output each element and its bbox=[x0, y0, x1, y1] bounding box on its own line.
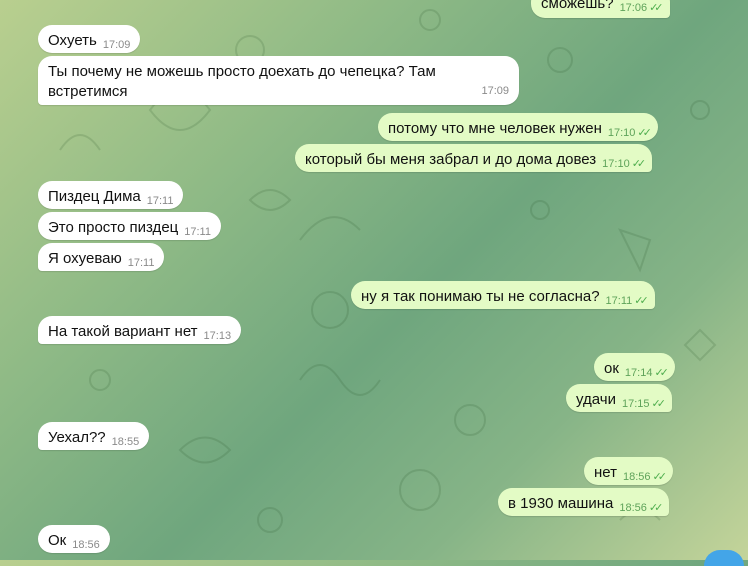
message-outgoing[interactable]: ну я так понимаю ты не согласна? 17:11 ✓✓ bbox=[351, 281, 655, 309]
message-time: 18:56 bbox=[619, 502, 647, 514]
message-time: 17:11 bbox=[605, 295, 633, 307]
message-outgoing[interactable]: ок 17:14 ✓✓ bbox=[594, 353, 675, 381]
message-text: сможешь? bbox=[541, 0, 614, 12]
message-incoming[interactable]: Пиздец Дима 17:11 bbox=[38, 181, 184, 209]
message-time: 17:11 bbox=[127, 257, 155, 269]
message-text: Я охуеваю bbox=[48, 250, 122, 267]
message-outgoing[interactable]: в 1930 машина 18:56 ✓✓ bbox=[498, 488, 670, 516]
message-text: На такой вариант нет bbox=[48, 323, 198, 340]
message-text: в 1930 машина bbox=[508, 495, 614, 512]
message-outgoing[interactable]: который бы меня забрал и до дома довез 17… bbox=[295, 144, 653, 172]
read-checkmarks-icon: ✓✓ bbox=[651, 398, 667, 410]
message-time: 17:09 bbox=[102, 39, 131, 51]
message-time: 17:06 bbox=[619, 2, 648, 14]
message-text: ну я так понимаю ты не согласна? bbox=[361, 288, 600, 305]
message-time: 17:11 bbox=[184, 226, 211, 238]
message-text: Уехал?? bbox=[48, 429, 106, 446]
message-text: нет bbox=[594, 464, 617, 481]
read-checkmarks-icon: ✓✓ bbox=[654, 367, 669, 379]
message-time: 18:56 bbox=[623, 471, 651, 483]
message-outgoing[interactable]: нет 18:56 ✓✓ bbox=[584, 457, 673, 485]
message-text: Ок bbox=[48, 532, 67, 549]
message-incoming[interactable]: Ты почему не можешь просто доехать до че… bbox=[38, 56, 519, 105]
message-time: 17:10 bbox=[602, 158, 630, 170]
scroll-down-button[interactable] bbox=[704, 550, 744, 566]
message-time: 17:14 bbox=[624, 367, 653, 379]
message-text: Это просто пиздец bbox=[48, 219, 179, 236]
read-checkmarks-icon: ✓✓ bbox=[634, 295, 649, 307]
message-incoming[interactable]: На такой вариант нет 17:13 bbox=[38, 316, 242, 344]
read-checkmarks-icon: ✓✓ bbox=[652, 471, 668, 483]
message-text: Пиздец Дима bbox=[48, 188, 141, 205]
read-checkmarks-icon: ✓✓ bbox=[637, 127, 652, 139]
message-time: 17:11 bbox=[146, 195, 174, 207]
message-time: 17:10 bbox=[607, 127, 636, 139]
message-time: 17:13 bbox=[203, 330, 232, 342]
message-outgoing[interactable]: сможешь? 17:06 ✓✓ bbox=[531, 0, 670, 18]
read-checkmarks-icon: ✓✓ bbox=[649, 2, 664, 14]
message-text: удачи bbox=[576, 391, 616, 408]
read-checkmarks-icon: ✓✓ bbox=[648, 502, 664, 514]
message-incoming[interactable]: Охуеть 17:09 bbox=[38, 25, 141, 53]
message-text: ок bbox=[604, 360, 619, 377]
message-incoming[interactable]: Уехал?? 18:55 bbox=[38, 422, 150, 450]
message-text: Охуеть bbox=[48, 32, 97, 49]
message-time: 17:09 bbox=[481, 85, 509, 97]
message-outgoing[interactable]: удачи 17:15 ✓✓ bbox=[566, 384, 672, 412]
read-checkmarks-icon: ✓✓ bbox=[631, 158, 647, 170]
message-incoming[interactable]: Это просто пиздец 17:11 bbox=[38, 212, 221, 240]
message-incoming[interactable]: Ок 18:56 bbox=[38, 525, 110, 553]
message-text: Ты почему не можешь просто доехать до че… bbox=[48, 63, 436, 100]
message-time: 18:55 bbox=[111, 436, 140, 448]
message-text: потому что мне человек нужен bbox=[388, 120, 602, 137]
message-outgoing[interactable]: потому что мне человек нужен 17:10 ✓✓ bbox=[378, 113, 658, 141]
message-text: который бы меня забрал и до дома довез bbox=[305, 151, 597, 168]
message-time: 17:15 bbox=[621, 398, 650, 410]
message-time: 18:56 bbox=[72, 539, 100, 551]
message-incoming[interactable]: Я охуеваю 17:11 bbox=[38, 243, 165, 271]
